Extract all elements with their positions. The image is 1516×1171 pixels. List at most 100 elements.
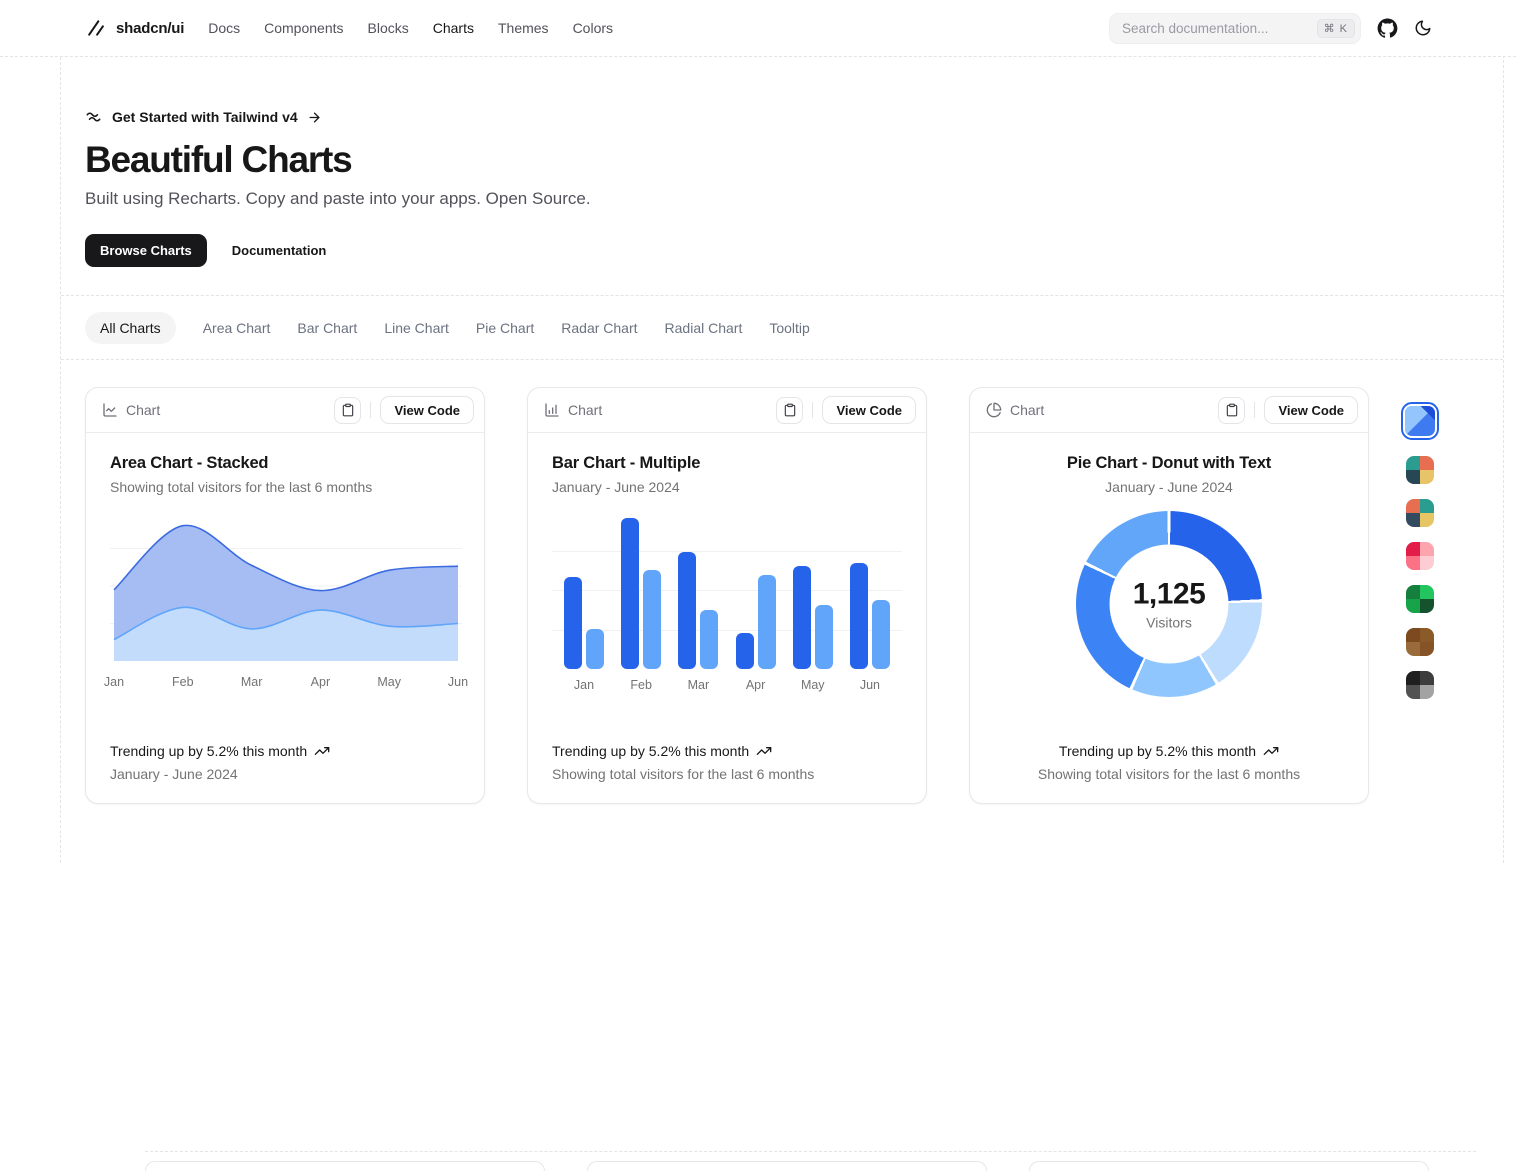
tab-tooltip[interactable]: Tooltip	[769, 320, 809, 336]
tab-line-chart[interactable]: Line Chart	[384, 320, 449, 336]
x-tick-label: Jan	[564, 678, 604, 692]
card-footer: Trending up by 5.2% this monthShowing to…	[528, 743, 926, 803]
theme-swatch-3[interactable]	[1406, 499, 1434, 527]
search-shortcut-kbd: ⌘ K	[1317, 19, 1355, 38]
github-button[interactable]	[1377, 18, 1398, 39]
bar-mobile	[586, 629, 604, 669]
nav-link-blocks[interactable]: Blocks	[368, 20, 409, 36]
tab-radial-chart[interactable]: Radial Chart	[665, 320, 743, 336]
theme-swatch-6[interactable]	[1406, 628, 1434, 656]
swatch-quadrant	[1406, 671, 1420, 685]
bar-group	[736, 575, 776, 669]
swatch-quadrant	[1406, 685, 1420, 699]
nav-link-colors[interactable]: Colors	[573, 20, 613, 36]
browse-charts-button[interactable]: Browse Charts	[85, 234, 207, 267]
clipboard-icon	[1225, 403, 1239, 417]
view-code-button[interactable]: View Code	[1264, 396, 1358, 424]
x-tick-label: Mar	[678, 678, 718, 692]
card-toolbar-label: Chart	[568, 402, 602, 418]
bar-desktop	[736, 633, 754, 669]
chart-card-bar: ChartView CodeBar Chart - MultipleJanuar…	[527, 387, 927, 804]
copy-code-button[interactable]	[1218, 397, 1245, 424]
theme-swatch-selected[interactable]	[1401, 402, 1439, 440]
chart-canvas: JanFebMarAprMayJun	[110, 511, 460, 693]
clipboard-icon	[341, 403, 355, 417]
bar-mobile	[815, 605, 833, 669]
arrow-right-icon	[307, 110, 322, 125]
waves-icon	[85, 108, 103, 126]
bar-mobile	[700, 610, 718, 669]
swatch-quadrant	[1406, 470, 1420, 484]
tab-all-charts[interactable]: All Charts	[85, 312, 176, 344]
next-row-card-edge	[587, 1161, 987, 1171]
bar-group	[678, 552, 718, 669]
card-description: Showing total visitors for the last 6 mo…	[110, 479, 460, 495]
bar-group	[621, 518, 661, 669]
pie-chart-icon	[986, 402, 1002, 418]
footer-trend-text: Trending up by 5.2% this month	[110, 743, 307, 759]
dark-mode-toggle[interactable]	[1414, 19, 1432, 37]
tab-radar-chart[interactable]: Radar Chart	[561, 320, 637, 336]
next-row-card-edge	[1029, 1161, 1429, 1171]
swatch-quadrant	[1420, 456, 1434, 470]
x-tick-label: Apr	[736, 678, 776, 692]
x-tick-label: Jan	[104, 675, 124, 689]
search-input[interactable]: Search documentation... ⌘ K	[1109, 13, 1361, 44]
bar-desktop	[793, 566, 811, 669]
view-code-button[interactable]: View Code	[380, 396, 474, 424]
theme-swatch-4[interactable]	[1406, 542, 1434, 570]
section-divider	[145, 1151, 1476, 1152]
card-toolbar: Chart View Code	[528, 388, 926, 433]
x-axis-labels: JanFebMarAprMayJun	[110, 675, 460, 693]
bar-desktop	[850, 563, 868, 669]
footer-trend-text: Trending up by 5.2% this month	[552, 743, 749, 759]
documentation-button[interactable]: Documentation	[217, 234, 342, 267]
trending-up-icon	[756, 743, 772, 759]
tab-pie-chart[interactable]: Pie Chart	[476, 320, 534, 336]
bar-chart-icon	[544, 402, 560, 418]
theme-swatch-7[interactable]	[1406, 671, 1434, 699]
swatch-quadrant	[1406, 599, 1420, 613]
copy-code-button[interactable]	[334, 397, 361, 424]
footer-subtext: January - June 2024	[110, 766, 460, 782]
top-navbar: shadcn/ui Docs Components Blocks Charts Them…	[0, 0, 1516, 57]
bar-mobile	[643, 570, 661, 669]
tab-bar-chart[interactable]: Bar Chart	[297, 320, 357, 336]
donut-total-value: 1,125	[1133, 578, 1206, 612]
card-description: January - June 2024	[552, 479, 902, 495]
view-code-button[interactable]: View Code	[822, 396, 916, 424]
swatch-quadrant	[1420, 685, 1434, 699]
bar-group	[564, 577, 604, 669]
swatch-quadrant	[1420, 542, 1434, 556]
donut-chart: 1,125 Visitors	[1076, 511, 1262, 697]
tailwind-banner-link[interactable]: Get Started with Tailwind v4	[85, 108, 322, 126]
chart-card-pie: ChartView CodePie Chart - Donut with Tex…	[969, 387, 1369, 804]
logo[interactable]: shadcn/ui	[84, 17, 184, 39]
swatch-quadrant	[1406, 628, 1420, 642]
swatch-quadrant	[1420, 671, 1434, 685]
nav-link-docs[interactable]: Docs	[208, 20, 240, 36]
card-title: Area Chart - Stacked	[110, 454, 460, 473]
theme-switcher-rail	[1401, 402, 1439, 699]
tab-area-chart[interactable]: Area Chart	[203, 320, 271, 336]
bar-mobile	[872, 600, 890, 669]
nav-link-themes[interactable]: Themes	[498, 20, 549, 36]
stacked-area-plot	[110, 511, 462, 661]
x-tick-label: Apr	[311, 675, 330, 689]
copy-code-button[interactable]	[776, 397, 803, 424]
bar-group	[850, 563, 890, 669]
x-axis-labels: JanFebMarAprMayJun	[552, 678, 902, 692]
swatch-quadrant	[1420, 628, 1434, 642]
donut-total-label: Visitors	[1146, 615, 1192, 631]
nav-link-components[interactable]: Components	[264, 20, 343, 36]
x-tick-label: Feb	[172, 675, 194, 689]
chart-canvas: 1,125 Visitors	[994, 511, 1344, 697]
theme-swatch-5[interactable]	[1406, 585, 1434, 613]
moon-icon	[1414, 19, 1432, 37]
clipboard-icon	[783, 403, 797, 417]
x-tick-label: Mar	[241, 675, 263, 689]
theme-swatch-2[interactable]	[1406, 456, 1434, 484]
bar-desktop	[564, 577, 582, 669]
page-title: Beautiful Charts	[85, 139, 1503, 181]
nav-link-charts[interactable]: Charts	[433, 20, 474, 36]
